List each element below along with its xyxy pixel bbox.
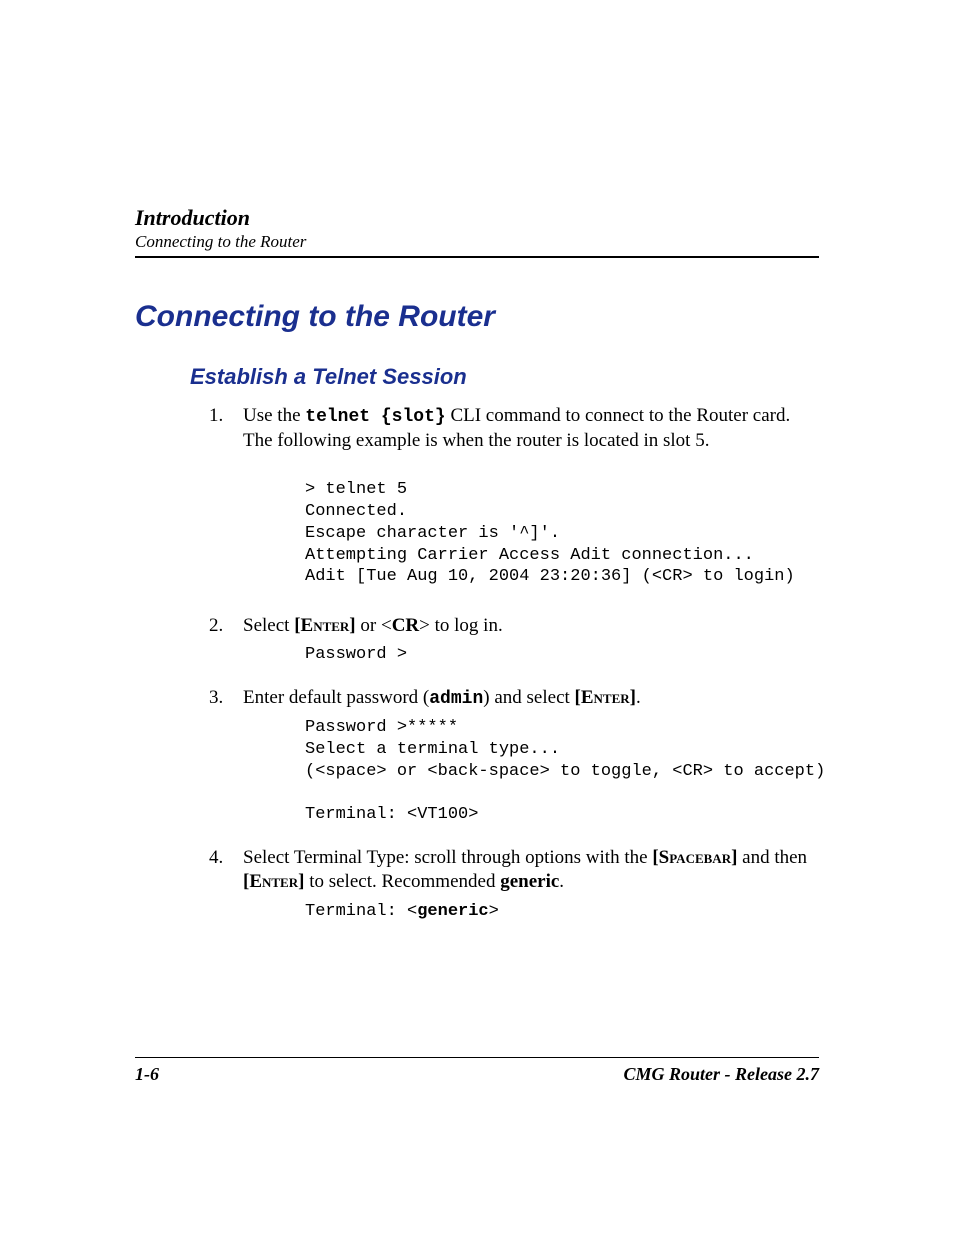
page-number: 1-6 (135, 1064, 159, 1085)
footer-rule (135, 1057, 819, 1058)
terminal-output: Terminal: <generic> (305, 901, 819, 923)
step-text: . (636, 687, 641, 708)
step-list: 1. Use the telnet {slot} CLI command to … (209, 404, 819, 922)
step-4: 4. Select Terminal Type: scroll through … (209, 846, 819, 922)
terminal-output: Password > (305, 644, 819, 666)
step-text: . (559, 871, 564, 892)
key-enter: [Enter] (243, 871, 304, 892)
header-rule (135, 256, 819, 258)
step-text: ) and select (483, 687, 574, 708)
recommended-value: generic (500, 871, 559, 892)
step-1: 1. Use the telnet {slot} CLI command to … (209, 404, 819, 588)
section-path: Connecting to the Router (135, 232, 819, 252)
footer: 1-6 CMG Router - Release 2.7 (135, 1057, 819, 1085)
step-text: and then (737, 847, 807, 868)
terminal-output: > telnet 5 Connected. Escape character i… (305, 479, 819, 588)
step-text: Select Terminal Type: scroll through opt… (243, 847, 652, 868)
step-text: Use the (243, 405, 305, 426)
step-number: 3. (209, 686, 223, 710)
step-number: 2. (209, 614, 223, 638)
chapter-name: Introduction (135, 205, 819, 231)
step-number: 4. (209, 846, 223, 870)
terminal-output: Password >***** Select a terminal type..… (305, 717, 819, 826)
step-2: 2. Select [Enter] or <CR> to log in. Pas… (209, 614, 819, 666)
page-title: Connecting to the Router (135, 300, 819, 334)
step-text: to select. Recommended (304, 871, 500, 892)
doc-title: CMG Router - Release 2.7 (624, 1064, 820, 1085)
key-spacebar: [Spacebar] (652, 847, 737, 868)
step-text: > to log in. (419, 615, 503, 636)
page: Introduction Connecting to the Router Co… (0, 0, 954, 1235)
step-number: 1. (209, 404, 223, 428)
password-literal: admin (429, 689, 483, 709)
subsection-title: Establish a Telnet Session (190, 364, 819, 390)
step-text: Enter default password ( (243, 687, 429, 708)
key-enter: [Enter] (575, 687, 636, 708)
cli-command: telnet {slot} (305, 407, 445, 427)
step-text: or < (356, 615, 392, 636)
key-cr: CR (392, 615, 419, 636)
key-enter: [Enter] (294, 615, 355, 636)
step-3: 3. Enter default password (admin) and se… (209, 686, 819, 826)
step-text: Select (243, 615, 294, 636)
running-head: Introduction Connecting to the Router (135, 205, 819, 258)
